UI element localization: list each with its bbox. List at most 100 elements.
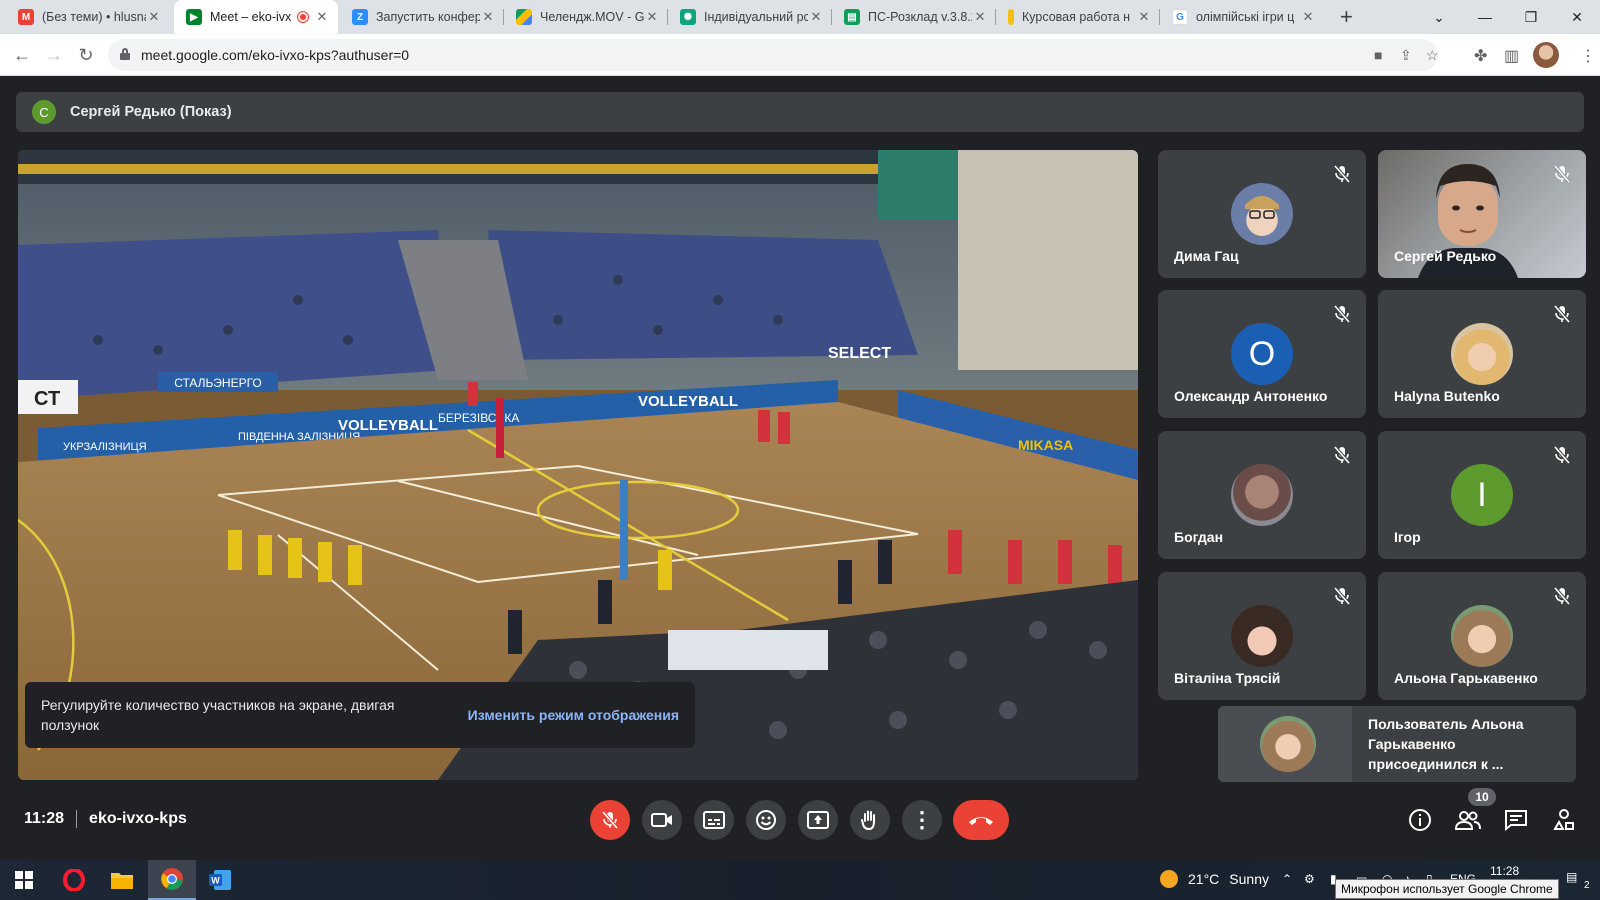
chat-button[interactable]: [1502, 806, 1530, 834]
tab-close-icon[interactable]: ✕: [1300, 9, 1316, 25]
taskbar-file-explorer[interactable]: [98, 860, 146, 900]
participant-name: Богдан: [1174, 529, 1224, 545]
avatar: [1451, 323, 1513, 385]
tab-google-search[interactable]: G олімпійські ігри ц ✕: [1160, 0, 1324, 34]
change-layout-link[interactable]: Изменить режим отображения: [468, 707, 679, 723]
presenter-bar: С Сергей Редько (Показ): [16, 92, 1584, 132]
banner-text: БЕРЕЗІВСЬКА: [438, 411, 519, 425]
recording-indicator-icon: [298, 12, 308, 22]
leave-call-button[interactable]: [953, 800, 1009, 840]
banner-text: MIKASA: [1018, 437, 1073, 453]
participant-name: Олександр Антоненко: [1174, 388, 1328, 404]
mic-toggle-button[interactable]: [590, 800, 630, 840]
restore-button[interactable]: ❐: [1508, 0, 1554, 34]
avatar: [1231, 183, 1293, 245]
tab-search-chevron-icon[interactable]: ⌄: [1416, 0, 1462, 34]
address-bar[interactable]: meet.google.com/eko-ivxo-kps?authuser=0 …: [108, 39, 1439, 71]
present-screen-button[interactable]: [798, 800, 838, 840]
notification-center-icon[interactable]: ▤: [1566, 870, 1577, 884]
word-icon: W: [209, 870, 231, 890]
minimize-button[interactable]: —: [1462, 0, 1508, 34]
participant-tile[interactable]: Сергей Редько: [1378, 150, 1586, 278]
tab-close-icon[interactable]: ✕: [644, 9, 660, 25]
meeting-info-button[interactable]: [1406, 806, 1434, 834]
back-button[interactable]: ←: [8, 42, 36, 68]
document-icon: [1008, 9, 1014, 25]
more-options-button[interactable]: ⋮: [902, 800, 942, 840]
present-screen-icon: [807, 811, 829, 829]
svg-text:W: W: [211, 876, 220, 886]
drive-icon: [516, 9, 532, 25]
extensions-puzzle-icon[interactable]: ✤: [1474, 46, 1487, 66]
tab-schedule[interactable]: ▤ ПС-Розклад v.3.8.2 ✕: [832, 0, 996, 34]
participant-tile[interactable]: Богдан: [1158, 431, 1366, 559]
zoom-icon: Z: [352, 9, 368, 25]
participant-tile[interactable]: Halyna Butenko: [1378, 290, 1586, 418]
tray-chevron-icon[interactable]: ⌃: [1282, 872, 1292, 886]
tab-meet[interactable]: ▶ Meet – eko-ivx ✕: [174, 0, 338, 34]
tab-close-icon[interactable]: ✕: [480, 9, 496, 25]
banner-text: SELECT: [828, 345, 891, 362]
tab-title: Запустить конфер: [376, 10, 480, 24]
camera-toggle-button[interactable]: [642, 800, 682, 840]
participant-tile[interactable]: О Олександр Антоненко: [1158, 290, 1366, 418]
tab-coursework[interactable]: Курсовая работа н ✕: [996, 0, 1160, 34]
tab-zoom[interactable]: Z Запустить конфер ✕: [340, 0, 504, 34]
tab-close-icon[interactable]: ✕: [314, 9, 330, 25]
participant-name: Сергей Редько: [1394, 248, 1497, 264]
start-button[interactable]: [0, 860, 48, 900]
tab-title: олімпійські ігри ц: [1196, 10, 1295, 24]
menu-kebab-icon[interactable]: ⋮: [1580, 46, 1596, 66]
google-icon: G: [1172, 9, 1188, 25]
raise-hand-button[interactable]: [850, 800, 890, 840]
lock-icon: [120, 48, 130, 60]
activities-button[interactable]: [1550, 806, 1578, 834]
emoji-icon: [756, 810, 776, 830]
avatar: [1231, 605, 1293, 667]
tab-chatgpt[interactable]: ✺ Індивідуальний рс ✕: [668, 0, 832, 34]
avatar: [1451, 605, 1513, 667]
mic-off-icon: [1333, 586, 1351, 606]
captions-button[interactable]: [694, 800, 734, 840]
mic-usage-tooltip: Микрофон использует Google Chrome: [1335, 879, 1559, 899]
close-window-button[interactable]: ✕: [1554, 0, 1600, 34]
bookmark-star-icon[interactable]: ☆: [1426, 47, 1439, 64]
participant-tile[interactable]: Дима Гац: [1158, 150, 1366, 278]
taskbar-clock[interactable]: 11:28: [1490, 864, 1519, 878]
presenter-label: Сергей Редько (Показ): [70, 104, 232, 120]
tab-close-icon[interactable]: ✕: [972, 9, 988, 25]
layout-tip-toast: Регулируйте количество участников на экр…: [25, 682, 695, 748]
taskbar-opera[interactable]: [50, 860, 98, 900]
new-tab-button[interactable]: +: [1340, 4, 1353, 30]
participant-tile[interactable]: Віталіна Трясій: [1158, 572, 1366, 700]
chat-icon: [1505, 810, 1527, 831]
tab-title: Індивідуальний рс: [704, 10, 808, 24]
weather-widget[interactable]: 21°C Sunny: [1160, 870, 1269, 888]
reactions-button[interactable]: [746, 800, 786, 840]
tab-gmail[interactable]: M (Без теми) • hlusna ✕: [6, 0, 170, 34]
side-panel-icon[interactable]: ▥: [1504, 46, 1519, 66]
participant-tile[interactable]: I Ігор: [1378, 431, 1586, 559]
avatar: [1231, 464, 1293, 526]
meeting-details: 11:28 eko-ivxo-kps: [24, 810, 187, 828]
camera-in-use-icon[interactable]: ■: [1374, 47, 1382, 63]
tab-drive[interactable]: Челендж.MOV - G ✕: [504, 0, 668, 34]
forward-button[interactable]: →: [40, 42, 68, 68]
share-icon[interactable]: ⇪: [1400, 47, 1412, 64]
participant-tile[interactable]: Альона Гарькавенко: [1378, 572, 1586, 700]
taskbar-chrome[interactable]: [148, 860, 196, 900]
tab-close-icon[interactable]: ✕: [808, 9, 824, 25]
tab-close-icon[interactable]: ✕: [146, 9, 162, 25]
profile-avatar[interactable]: [1533, 42, 1559, 68]
taskbar-word[interactable]: W: [196, 860, 244, 900]
notification-count: 2: [1584, 880, 1590, 891]
tray-app-icon[interactable]: ⚙: [1304, 872, 1315, 886]
banner-text: VOLLEYBALL: [638, 393, 738, 410]
join-notification[interactable]: Пользователь Альона Гарькавенко присоеди…: [1218, 706, 1576, 782]
participant-name: Дима Гац: [1174, 248, 1239, 264]
tab-title: Челендж.MOV - G: [540, 10, 644, 24]
banner-text: УКРЗАЛІЗНИЦЯ: [63, 441, 147, 453]
reload-button[interactable]: ↻: [72, 42, 100, 68]
people-button[interactable]: [1454, 806, 1482, 834]
tab-close-icon[interactable]: ✕: [1136, 9, 1152, 25]
